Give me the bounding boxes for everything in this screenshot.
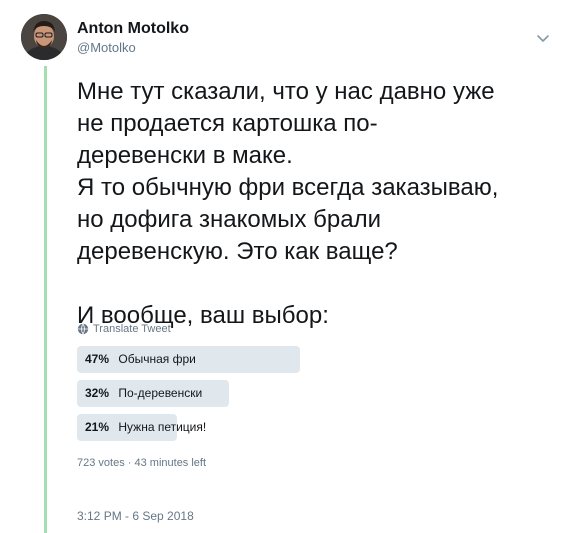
chevron-down-icon[interactable] (535, 30, 551, 46)
poll-option-percent: 47% (85, 352, 110, 366)
poll-option-label: Нужна петиция! (118, 420, 207, 434)
tweet-timestamp[interactable]: 3:12 PM - 6 Sep 2018 (77, 509, 194, 523)
tweet-text: Мне тут сказали, что у нас давно уже не … (77, 78, 499, 329)
poll: 47% Обычная фри 32% По-деревенски 21% Ну… (77, 346, 300, 448)
translate-label: Translate Tweet (93, 323, 171, 335)
poll-option-percent: 32% (85, 386, 110, 400)
poll-option: 21% Нужна петиция! (77, 414, 300, 441)
author-name[interactable]: Anton Motolko (77, 20, 189, 38)
poll-time-left: 43 minutes left (134, 457, 207, 469)
thread-line (44, 66, 47, 533)
poll-meta: 723 votes · 43 minutes left (77, 457, 206, 469)
poll-option-label: Обычная фри (118, 352, 196, 366)
avatar[interactable] (21, 14, 67, 60)
poll-option: 47% Обычная фри (77, 346, 300, 373)
poll-option-percent: 21% (85, 420, 110, 434)
poll-option-label: По-деревенски (118, 386, 203, 400)
globe-icon (77, 323, 89, 335)
author-handle[interactable]: @Motolko (77, 40, 136, 55)
poll-separator: · (127, 457, 132, 469)
translate-tweet-link[interactable]: Translate Tweet (77, 323, 171, 335)
poll-vote-count: 723 votes (77, 457, 125, 469)
poll-option: 32% По-деревенски (77, 380, 300, 407)
avatar-image (21, 14, 67, 60)
